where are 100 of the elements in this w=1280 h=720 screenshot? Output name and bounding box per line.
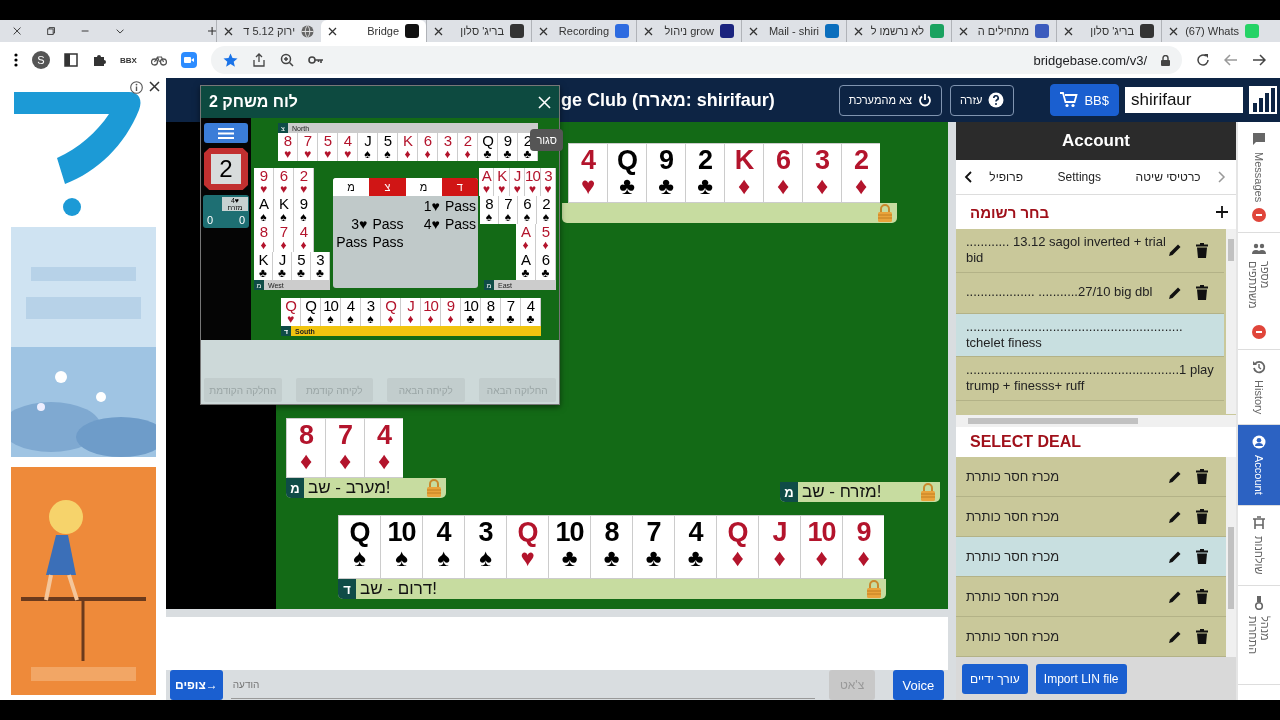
close-icon[interactable] — [224, 26, 233, 36]
panel-tab[interactable]: פרופיל — [987, 166, 1025, 188]
side-tab[interactable]: מנהל התחרות — [1238, 585, 1280, 685]
menu-button[interactable] — [204, 123, 248, 143]
playing-card[interactable]: K ♦ — [724, 143, 763, 203]
playing-card[interactable]: J ♦ — [758, 515, 800, 579]
close-icon[interactable] — [644, 26, 653, 36]
spectators-button[interactable]: צופים→ — [170, 670, 223, 700]
playing-card[interactable]: 7 ♣ — [632, 515, 674, 579]
menu-icon[interactable] — [14, 53, 18, 67]
reload-icon[interactable] — [1196, 53, 1210, 67]
record-row[interactable]: ...........................................................1 play trump + finesss+ ruff — [956, 357, 1224, 401]
side-tab[interactable]: Account — [1238, 425, 1280, 507]
record-row[interactable]: ............................................................ tchelet finess — [956, 313, 1224, 357]
url-text[interactable]: bridgebase.com/v3/ — [1033, 52, 1147, 68]
deal-row[interactable]: מכרז חסר כותרת — [956, 537, 1226, 577]
close-icon[interactable] — [328, 26, 337, 36]
playing-card[interactable]: 3 ♦ — [802, 143, 841, 203]
playing-card[interactable]: 8 ♣ — [590, 515, 632, 579]
restore-icon[interactable] — [47, 25, 56, 37]
playing-card[interactable]: 2 ♣ — [685, 143, 724, 203]
close-icon[interactable] — [959, 26, 968, 36]
playing-card[interactable]: 7 ♦ — [325, 418, 364, 478]
plus-icon[interactable] — [1216, 206, 1228, 218]
bb-dollars-button[interactable]: BB$ — [1050, 84, 1119, 116]
edit-icon[interactable] — [1168, 509, 1182, 524]
close-icon[interactable] — [1169, 26, 1178, 36]
seat-label[interactable]: מזרח - שב! — [798, 482, 882, 502]
help-button[interactable]: עזרה — [949, 84, 1015, 116]
profile-avatar[interactable]: S — [32, 51, 50, 69]
chevron-left-icon[interactable] — [964, 171, 972, 183]
side-tab[interactable]: שולחנות — [1238, 506, 1280, 586]
edit-icon[interactable] — [1168, 285, 1182, 300]
scrollbar[interactable] — [1226, 457, 1236, 657]
playing-card[interactable]: 6 ♦ — [763, 143, 802, 203]
seat-label[interactable]: מערב - שב! — [304, 478, 391, 498]
new-tab-icon[interactable] — [207, 25, 216, 37]
edit-icon[interactable] — [1168, 469, 1182, 484]
puzzle-icon[interactable] — [92, 53, 106, 67]
close-icon[interactable] — [149, 81, 160, 92]
playing-card[interactable]: 2 ♦ — [841, 143, 880, 203]
playing-card[interactable]: 4 ♣ — [674, 515, 716, 579]
trash-icon[interactable] — [1196, 629, 1208, 644]
playing-card[interactable]: 10 ♦ — [800, 515, 842, 579]
close-icon[interactable] — [1064, 26, 1073, 36]
trash-icon[interactable] — [1196, 589, 1208, 604]
edit-icon[interactable] — [1168, 589, 1182, 604]
sidebar-icon[interactable] — [64, 53, 78, 67]
edit-icon[interactable] — [1168, 243, 1182, 258]
username-field[interactable]: shirifaur — [1125, 87, 1243, 113]
playing-card[interactable]: 4 ♥ — [568, 143, 607, 203]
close-icon[interactable] — [13, 25, 22, 37]
panel-button[interactable]: עורך ידיים — [962, 663, 1028, 694]
trash-icon[interactable] — [1196, 549, 1208, 564]
panel-tab[interactable]: כרטיסי שיטה — [1133, 166, 1203, 188]
trash-icon[interactable] — [1196, 285, 1208, 300]
playing-card[interactable]: 10 ♠ — [380, 515, 422, 579]
trash-icon[interactable] — [1196, 509, 1208, 524]
arrow-left-icon[interactable] — [1224, 54, 1238, 66]
trash-icon[interactable] — [1196, 469, 1208, 484]
playing-card[interactable]: 9 ♣ — [646, 143, 685, 203]
record-row[interactable]: ............ 13.12 sagol inverted + trial bid — [956, 229, 1224, 273]
seat-label[interactable]: דרום - שב! — [356, 579, 437, 599]
star-icon[interactable] — [222, 52, 238, 68]
trash-icon[interactable] — [1196, 242, 1208, 258]
chevron-right-icon[interactable] — [1218, 171, 1226, 183]
scrollbar[interactable] — [1226, 229, 1236, 414]
browser-tab[interactable]: Bridge — [321, 20, 426, 42]
close-icon[interactable] — [434, 26, 443, 36]
playing-card[interactable]: Q ♣ — [607, 143, 646, 203]
arrow-right-icon[interactable] — [1252, 54, 1266, 66]
playing-card[interactable]: Q ♥ — [506, 515, 548, 579]
key-icon[interactable] — [307, 55, 324, 65]
playing-card[interactable]: 4 ♠ — [422, 515, 464, 579]
close-icon[interactable] — [854, 26, 863, 36]
deal-row[interactable]: מכרז חסר כותרת — [956, 457, 1226, 497]
edit-icon[interactable] — [1168, 629, 1182, 644]
playing-card[interactable]: 9 ♦ — [842, 515, 884, 579]
panel-tab[interactable]: Settings — [1055, 166, 1103, 188]
playing-card[interactable]: 8 ♦ — [286, 418, 325, 478]
close-icon[interactable] — [539, 26, 548, 36]
share-icon[interactable] — [251, 53, 266, 67]
side-tab[interactable]: מספר משתתפים — [1238, 233, 1280, 351]
extension-label[interactable]: BBX — [120, 55, 137, 65]
side-tab[interactable]: Messages — [1238, 122, 1280, 234]
deal-row[interactable]: מכרז חסר כותרת — [956, 577, 1226, 617]
zoom-icon[interactable] — [279, 53, 294, 67]
playing-card[interactable]: Q ♠ — [338, 515, 380, 579]
close-icon[interactable] — [749, 26, 758, 36]
record-row[interactable]: ................... ...........27/10 big dbl — [956, 272, 1224, 314]
video-icon[interactable] — [180, 52, 197, 68]
bicycle-icon[interactable] — [150, 54, 167, 66]
info-icon[interactable] — [130, 81, 143, 94]
edit-icon[interactable] — [1168, 549, 1182, 564]
playing-card[interactable]: 10 ♣ — [548, 515, 590, 579]
message-field[interactable]: הודעה — [230, 671, 816, 699]
scrollbar[interactable] — [956, 415, 1236, 427]
playing-card[interactable]: Q ♦ — [716, 515, 758, 579]
panel-button[interactable]: Import LIN file — [1035, 663, 1127, 694]
playing-card[interactable]: 4 ♦ — [364, 418, 403, 478]
